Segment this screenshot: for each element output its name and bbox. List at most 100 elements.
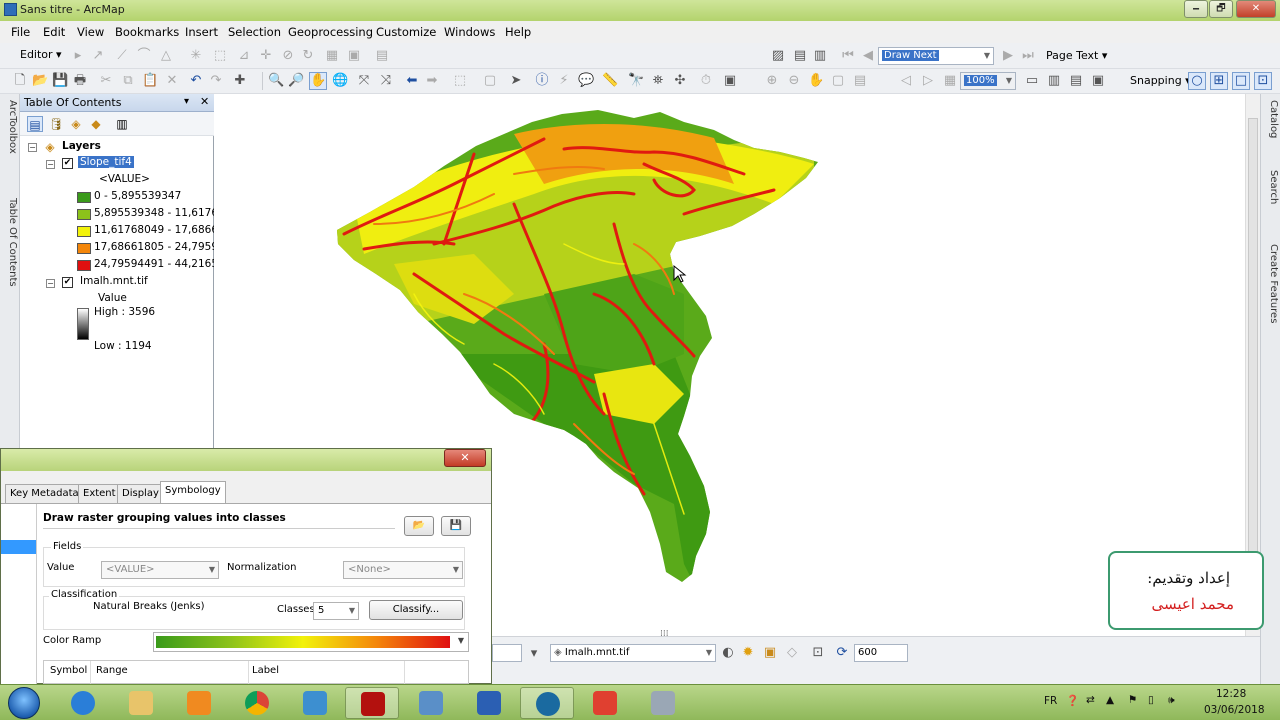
minimize-button[interactable]: 🗕 xyxy=(1184,0,1208,18)
clear-selection-icon[interactable]: ▢ xyxy=(482,73,498,89)
add-data-icon[interactable]: ✚ xyxy=(232,73,248,89)
save-symbology-icon[interactable]: 💾 xyxy=(441,516,471,536)
menu-bookmarks[interactable]: Bookmarks xyxy=(115,25,179,39)
new-document-icon[interactable]: 🗋 xyxy=(12,73,28,89)
create-viewer-icon[interactable]: ▣ xyxy=(722,73,738,89)
taskbar-media-player[interactable] xyxy=(172,687,226,719)
contrast-icon[interactable]: ◐ xyxy=(720,645,736,661)
save-icon[interactable]: 💾 xyxy=(52,73,68,89)
taskbar-internet-explorer[interactable] xyxy=(56,687,110,719)
volume-icon[interactable]: 🕪 xyxy=(1168,694,1175,707)
renderer-list[interactable] xyxy=(1,504,37,684)
print-icon[interactable]: 🖶 xyxy=(72,73,88,89)
fixed-zoom-out-icon[interactable]: ⤨ xyxy=(378,73,394,89)
menu-windows[interactable]: Windows xyxy=(444,25,495,39)
split-icon[interactable]: ✛ xyxy=(258,48,274,64)
go-to-xy-icon[interactable]: ✣ xyxy=(672,73,688,89)
time-slider-icon[interactable]: ⏱ xyxy=(698,73,714,89)
zoom-100-icon[interactable]: ▤ xyxy=(852,73,868,89)
layout-zoom-in-icon[interactable]: ⊕ xyxy=(764,73,780,89)
paste-icon[interactable]: 📋 xyxy=(142,73,158,89)
find-icon[interactable]: 🔭 xyxy=(628,73,644,89)
editor-menu[interactable]: Editor ▾ xyxy=(20,48,62,61)
draw-series-icon[interactable]: ▤ xyxy=(792,48,808,64)
rotate-icon[interactable]: ⊘ xyxy=(280,48,296,64)
cut-icon[interactable]: ✂ xyxy=(98,73,114,89)
next-page-icon[interactable]: ▶ xyxy=(1000,48,1016,64)
cut-polygons-icon[interactable]: ⊿ xyxy=(236,48,252,64)
select-features-icon[interactable]: ⬚ xyxy=(452,73,468,89)
value-field-select[interactable]: <VALUE> ▼ xyxy=(101,561,219,579)
transparency-icon[interactable]: ▣ xyxy=(762,645,778,661)
zoom-percent-dropdown[interactable]: 100% ▼ xyxy=(960,72,1016,90)
trace-icon[interactable]: △ xyxy=(158,48,174,64)
zoom-in-icon[interactable]: 🔍 xyxy=(268,73,284,89)
fixed-zoom-in-icon[interactable]: ⤧ xyxy=(356,73,372,89)
help-icon[interactable]: ❓ xyxy=(1066,694,1079,707)
previous-page-icon[interactable]: ◀ xyxy=(860,48,876,64)
change-layout-icon[interactable]: ▥ xyxy=(1046,73,1062,89)
taskbar-arccatalog[interactable] xyxy=(288,687,342,719)
taskbar-ccleaner[interactable] xyxy=(578,687,632,719)
last-page-icon[interactable]: ⏭ xyxy=(1020,48,1036,64)
tab-display[interactable]: Display xyxy=(117,484,164,503)
close-window-button[interactable]: ✕ xyxy=(1236,0,1276,18)
catalog-tab[interactable]: Catalog xyxy=(1263,100,1279,138)
slope-layer-expander[interactable]: − xyxy=(46,160,55,169)
menu-help[interactable]: Help xyxy=(505,25,531,39)
layout-back-icon[interactable]: ◁ xyxy=(898,73,914,89)
toc-options-icon[interactable]: ▥ xyxy=(114,116,130,132)
list-by-source-icon[interactable]: 🛢 xyxy=(48,116,64,132)
zoom-out-icon[interactable]: 🔎 xyxy=(288,73,304,89)
delete-icon[interactable]: ✕ xyxy=(164,73,180,89)
range-column-header[interactable]: Range xyxy=(96,665,128,676)
list-by-selection-icon[interactable]: ◆ xyxy=(88,116,104,132)
layout-pan-icon[interactable]: ✋ xyxy=(808,73,824,89)
dialog-close-button[interactable]: ✕ xyxy=(444,449,486,467)
list-by-drawing-order-icon[interactable]: ▤ xyxy=(27,116,43,132)
layout-options-icon[interactable]: ▣ xyxy=(1090,73,1106,89)
import-symbology-icon[interactable]: 📂 xyxy=(404,516,434,536)
taskbar-chrome[interactable] xyxy=(230,687,284,719)
toc-pin-icon[interactable]: ▾ xyxy=(184,96,189,107)
vertex-snapping-icon[interactable]: □ xyxy=(1232,72,1250,90)
point-snapping-icon[interactable]: ○ xyxy=(1188,72,1206,90)
undo-icon[interactable]: ↶ xyxy=(188,73,204,89)
show-hidden-icons[interactable]: ▲ xyxy=(1106,694,1114,706)
slope-layer-checkbox[interactable]: ✔ xyxy=(62,158,73,169)
end-snapping-icon[interactable]: ⊞ xyxy=(1210,72,1228,90)
tab-key-metadata[interactable]: Key Metadata xyxy=(5,484,84,503)
draw-next-dropdown[interactable]: Draw Next ▼ xyxy=(878,47,994,65)
list-by-visibility-icon[interactable]: ◈ xyxy=(68,116,84,132)
endpoint-arc-icon[interactable]: ⌒ xyxy=(136,48,152,64)
menu-file[interactable]: File xyxy=(11,25,30,39)
edit-vertices-icon[interactable]: ✳ xyxy=(188,48,204,64)
normalization-select[interactable]: <None> ▼ xyxy=(343,561,463,579)
hyperlink-icon[interactable]: ⚡ xyxy=(556,73,572,89)
taskbar-calculator[interactable] xyxy=(636,687,690,719)
editor-options-icon[interactable]: ▤ xyxy=(374,48,390,64)
go-back-icon[interactable]: ⬅ xyxy=(404,73,420,89)
tab-symbology[interactable]: Symbology xyxy=(160,481,226,504)
flicker-rate-input[interactable]: 600 xyxy=(854,644,908,662)
language-indicator[interactable]: FR xyxy=(1044,695,1057,707)
dem-layer-name[interactable]: Imalh.mnt.tif xyxy=(80,275,148,287)
layers-root[interactable]: Layers xyxy=(62,140,101,152)
splitter-grip[interactable]: ⁞⁞⁞ xyxy=(660,629,669,639)
flag-icon[interactable]: ⚑ xyxy=(1128,694,1137,706)
menu-geoprocessing[interactable]: Geoprocessing xyxy=(288,25,373,39)
layout-forward-icon[interactable]: ▷ xyxy=(920,73,936,89)
sketch-properties-icon[interactable]: ▦ xyxy=(324,48,340,64)
effects-layer-box[interactable] xyxy=(492,644,522,662)
menu-selection[interactable]: Selection xyxy=(228,25,281,39)
battery-icon[interactable]: ▯ xyxy=(1148,694,1154,706)
maximize-button[interactable]: 🗗 xyxy=(1209,0,1233,18)
taskbar-word[interactable] xyxy=(462,687,516,719)
open-icon[interactable]: 📂 xyxy=(32,73,48,89)
edge-snapping-icon[interactable]: ⊡ xyxy=(1254,72,1272,90)
focus-data-frame-icon[interactable]: ▦ xyxy=(942,73,958,89)
table-of-contents-tab[interactable]: Table Of Contents xyxy=(2,198,18,287)
search-tab[interactable]: Search xyxy=(1263,170,1279,204)
color-ramp-select[interactable]: ▼ xyxy=(153,632,469,652)
dropdown-arrow-icon[interactable]: ▾ xyxy=(526,646,542,662)
